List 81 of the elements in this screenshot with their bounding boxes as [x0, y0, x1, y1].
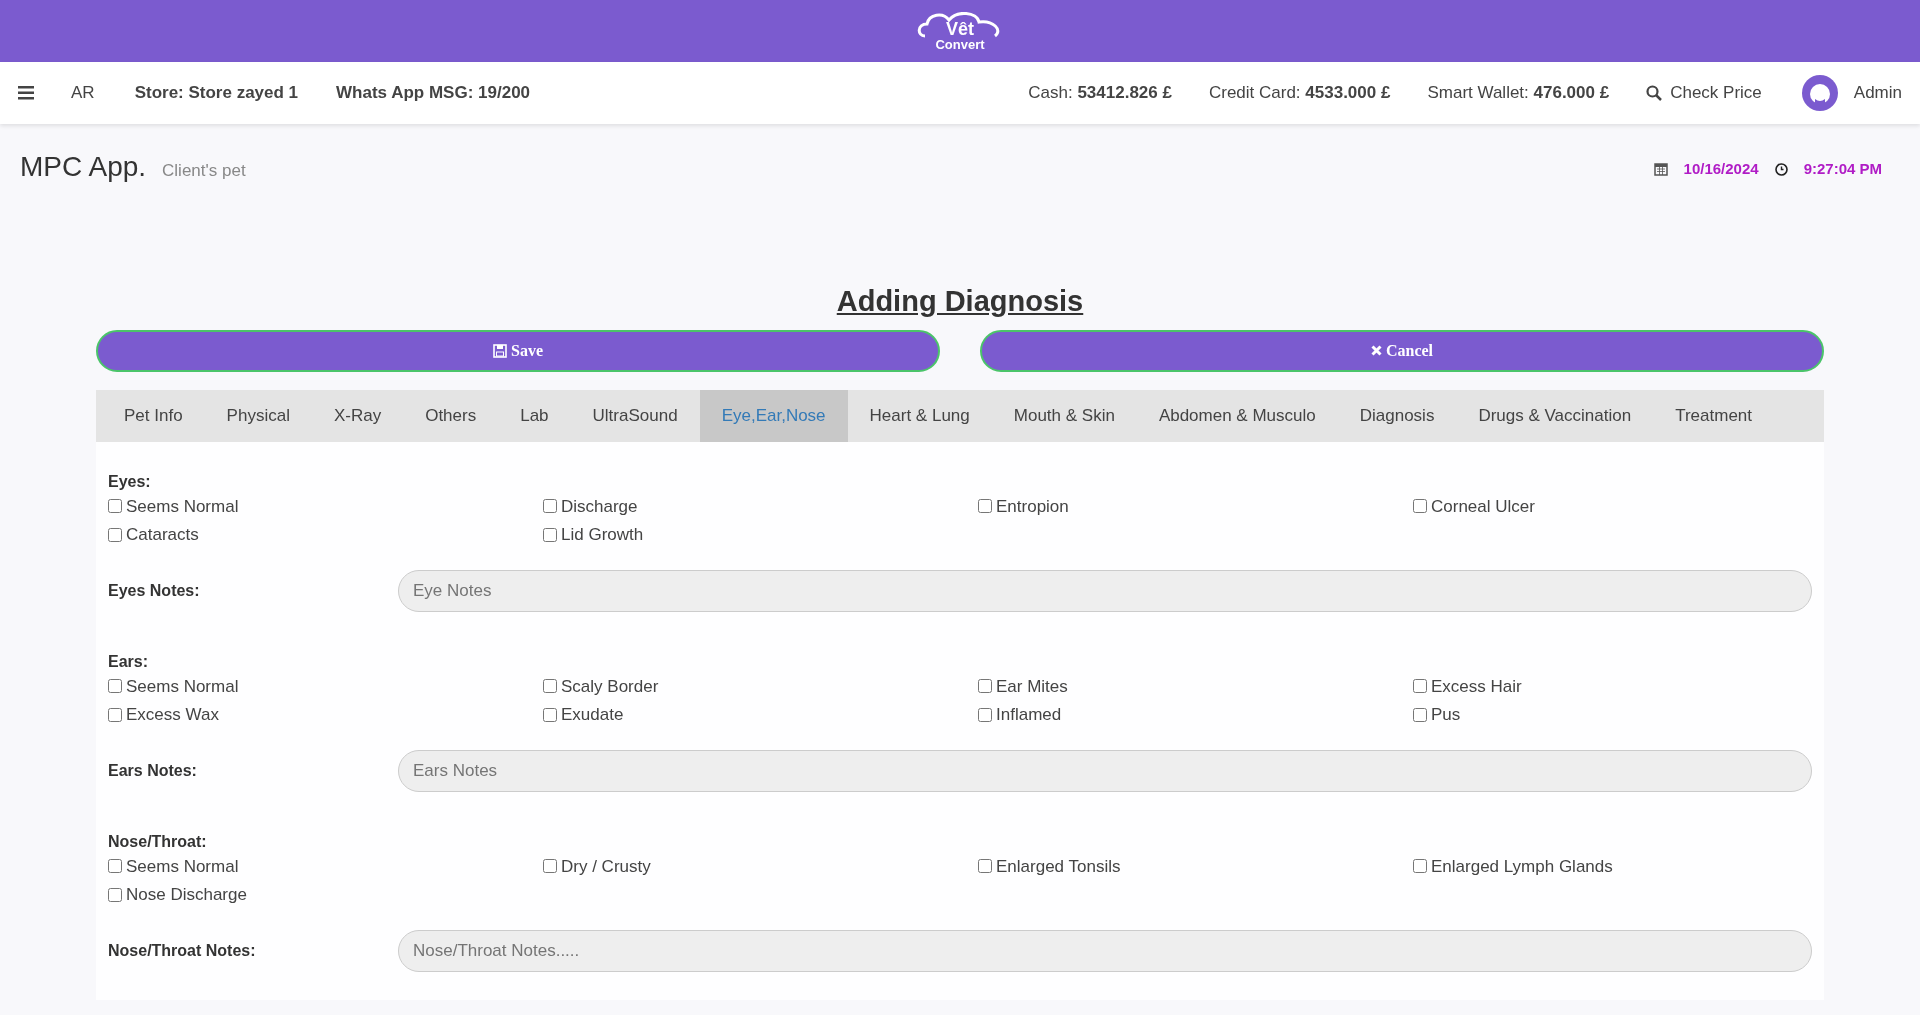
checkbox[interactable]: [108, 679, 122, 694]
whatsapp-counter: Whats App MSG: 19/200: [336, 82, 531, 105]
checkbox[interactable]: [108, 499, 122, 514]
save-button[interactable]: Save: [96, 329, 940, 372]
checkbox[interactable]: [543, 499, 557, 514]
notes-field[interactable]: Ears Notes: [398, 749, 1812, 792]
notes-label: Nose/Throat Notes:: [108, 940, 257, 961]
check-price-link[interactable]: Check Price: [1646, 80, 1762, 106]
tab[interactable]: Heart & Lung: [847, 389, 992, 442]
avatar-icon[interactable]: [1801, 75, 1838, 111]
search-icon: [1646, 85, 1663, 101]
page-title: MPC App.: [20, 150, 147, 184]
tab[interactable]: Treatment: [1653, 389, 1774, 442]
logo: Vêt Convert: [917, 11, 1003, 51]
checkbox-label[interactable]: Exudate: [561, 702, 624, 728]
notes-field[interactable]: Nose/Throat Notes.....: [398, 929, 1812, 972]
checkbox-label[interactable]: Seems Normal: [126, 853, 239, 879]
checkbox[interactable]: [543, 527, 557, 542]
section-label: Eyes:: [108, 471, 152, 492]
checkbox-label[interactable]: Corneal Ulcer: [1431, 493, 1535, 519]
checkbox-label[interactable]: Scaly Border: [561, 673, 659, 699]
checkbox-label[interactable]: Enlarged Lymph Glands: [1431, 853, 1613, 879]
checkbox[interactable]: [108, 527, 122, 542]
checkbox[interactable]: [978, 499, 992, 514]
checkbox-label[interactable]: Discharge: [561, 493, 638, 519]
tab[interactable]: Physical: [204, 389, 312, 442]
checkbox[interactable]: [543, 679, 557, 694]
tab[interactable]: Mouth & Skin: [991, 389, 1137, 442]
cancel-button[interactable]: Cancel: [980, 329, 1824, 372]
tab[interactable]: Lab: [498, 389, 571, 442]
form-heading: Adding Diagnosis: [836, 285, 1084, 317]
checkbox-label[interactable]: Lid Growth: [561, 522, 644, 548]
checkbox[interactable]: [108, 707, 122, 722]
checkbox[interactable]: [543, 859, 557, 874]
close-icon: [1370, 345, 1382, 356]
calendar-icon: [1653, 162, 1668, 177]
checkbox[interactable]: [978, 859, 992, 874]
checkbox[interactable]: [1413, 859, 1427, 874]
checkbox[interactable]: [108, 859, 122, 874]
checkbox-label[interactable]: Inflamed: [996, 702, 1062, 728]
balance-text: Cash: 53412.826 £: [1028, 82, 1172, 105]
time-text: 9:27:04 PM: [1803, 159, 1882, 179]
checkbox[interactable]: [108, 887, 122, 902]
tab[interactable]: Drugs & Vaccination: [1456, 389, 1654, 442]
notes-label: Eyes Notes:: [108, 580, 201, 601]
checkbox[interactable]: [978, 707, 992, 722]
tab[interactable]: Pet Info: [102, 389, 205, 442]
checkbox-label[interactable]: Ear Mites: [996, 673, 1068, 699]
section-label: Ears:: [108, 651, 150, 672]
balance-text: Smart Wallet: 476.000 £: [1427, 82, 1610, 105]
checkbox-label[interactable]: Excess Wax: [126, 702, 219, 728]
section-label: Nose/Throat:: [108, 831, 208, 852]
page-subtitle: Client's pet: [162, 160, 246, 182]
notes-label: Ears Notes:: [108, 760, 198, 781]
tab[interactable]: Abdomen & Musculo: [1136, 389, 1338, 442]
tab[interactable]: X-Ray: [311, 389, 404, 442]
checkbox[interactable]: [543, 707, 557, 722]
menu-icon[interactable]: [18, 86, 34, 100]
tab[interactable]: Others: [403, 389, 499, 442]
checkbox[interactable]: [1413, 499, 1427, 514]
balance-text: Credit Card: 4533.000 £: [1208, 82, 1391, 105]
tab[interactable]: Diagnosis: [1337, 389, 1457, 442]
checkbox[interactable]: [978, 679, 992, 694]
checkbox-label[interactable]: Dry / Crusty: [561, 853, 651, 879]
checkbox-label[interactable]: Enlarged Tonsils: [996, 853, 1121, 879]
checkbox[interactable]: [1413, 707, 1427, 722]
notes-field[interactable]: Eye Notes: [398, 569, 1812, 612]
date-text: 10/16/2024: [1683, 159, 1759, 179]
checkbox-label[interactable]: Pus: [1431, 702, 1461, 728]
checkbox-label[interactable]: Seems Normal: [126, 673, 239, 699]
checkbox-label[interactable]: Cataracts: [126, 522, 199, 548]
clock-icon: [1774, 162, 1788, 176]
checkbox-label[interactable]: Seems Normal: [126, 493, 239, 519]
user-menu-link[interactable]: Admin: [1853, 80, 1902, 106]
store-label: Store: Store zayed 1: [134, 82, 299, 105]
checkbox-label[interactable]: Excess Hair: [1431, 673, 1522, 699]
language-link[interactable]: AR: [71, 80, 95, 106]
tab[interactable]: UltraSound: [570, 389, 700, 442]
checkbox[interactable]: [1413, 679, 1427, 694]
checkbox-label[interactable]: Nose Discharge: [126, 882, 247, 908]
checkbox-label[interactable]: Entropion: [996, 493, 1069, 519]
